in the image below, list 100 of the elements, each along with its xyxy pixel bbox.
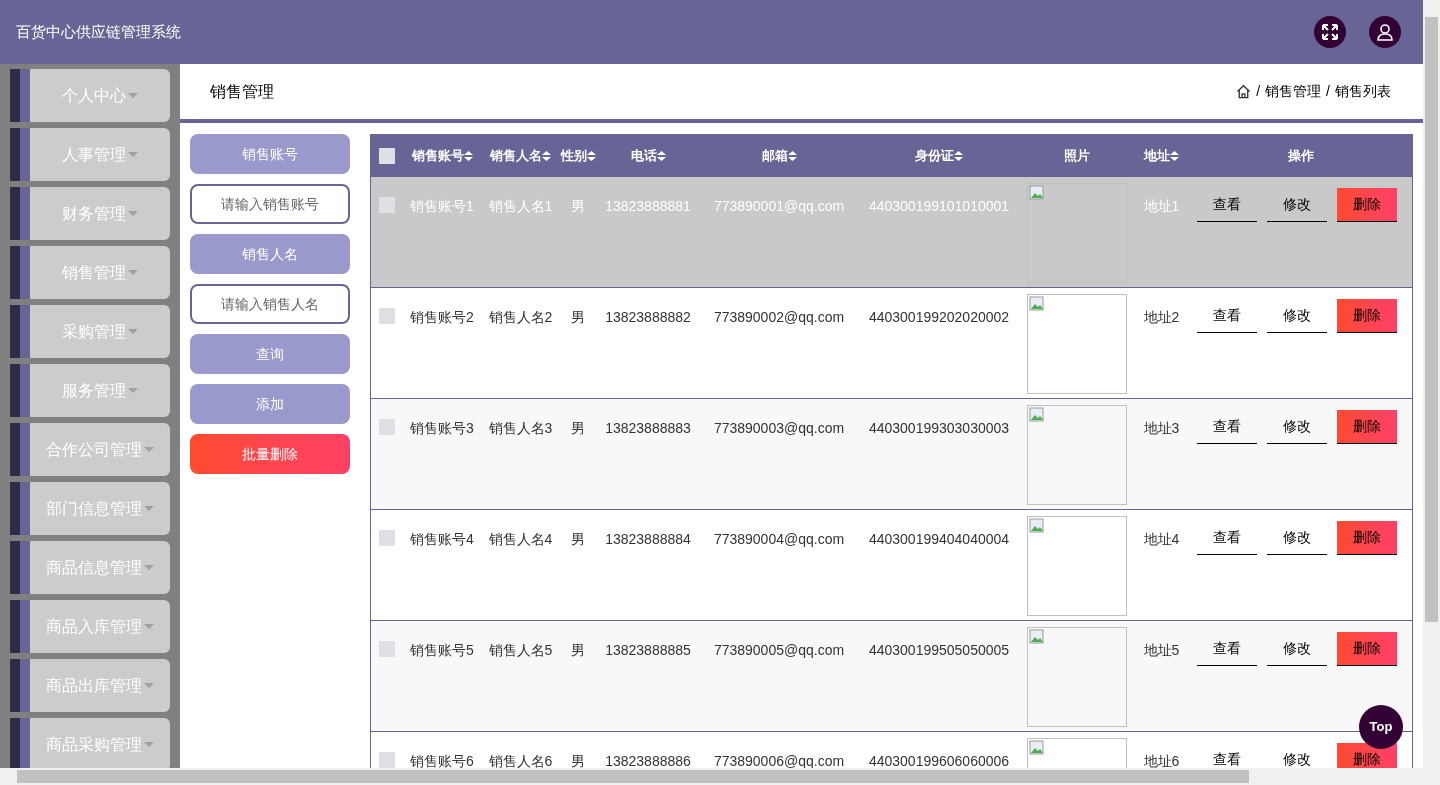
user-icon bbox=[1376, 23, 1394, 41]
table-cell-text: 销售账号3 bbox=[410, 419, 474, 438]
row-action-button[interactable]: 查看 bbox=[1197, 410, 1257, 444]
table-cell-text: 440300199404040004 bbox=[868, 530, 1010, 549]
column-header[interactable]: 邮箱 bbox=[761, 145, 797, 166]
checkbox[interactable] bbox=[378, 419, 395, 435]
checkbox[interactable] bbox=[378, 197, 395, 213]
breadcrumb-item: 销售列表 bbox=[1335, 82, 1391, 101]
field-label: 销售人名 bbox=[190, 234, 350, 274]
sort-icon bbox=[656, 150, 666, 161]
row-action-button[interactable]: 修改 bbox=[1267, 299, 1327, 333]
table-row[interactable]: 销售账号3 销售人名3 男 13823888883 773890003@qq.com 440300199303030003 地址3 查看 修改 删除 bbox=[371, 399, 1412, 510]
fullscreen-button[interactable] bbox=[1314, 16, 1346, 48]
table-cell-text: 13823888882 bbox=[605, 308, 691, 327]
table-cell-text: 440300199606060006 bbox=[868, 752, 1010, 768]
broken-image-icon bbox=[1028, 296, 1045, 312]
table-cell-text: 销售账号6 bbox=[410, 752, 474, 768]
table-cell-text: 13823888884 bbox=[605, 530, 691, 549]
input-field[interactable]: 请输入销售账号 bbox=[190, 184, 350, 224]
checkbox[interactable] bbox=[378, 752, 395, 768]
table-cell-text: 440300199303030003 bbox=[868, 419, 1010, 438]
page-title: 销售管理 bbox=[210, 81, 274, 102]
column-header[interactable]: 销售人名 bbox=[490, 145, 551, 166]
user-button[interactable] bbox=[1369, 16, 1401, 48]
table-cell-text: 男 bbox=[571, 752, 585, 768]
column-header[interactable]: 性别 bbox=[560, 145, 596, 166]
broken-image-icon bbox=[1028, 740, 1045, 756]
table-cell-text: 地址6 bbox=[1143, 752, 1180, 768]
vertical-scrollbar[interactable] bbox=[1423, 0, 1440, 785]
table-cell-text: 销售人名3 bbox=[488, 419, 553, 438]
table-cell-text: 男 bbox=[571, 308, 585, 327]
row-action-button[interactable]: 修改 bbox=[1267, 632, 1327, 666]
row-action-button[interactable]: 查看 bbox=[1197, 188, 1257, 222]
table-cell-text: 地址2 bbox=[1143, 308, 1180, 327]
table-cell-text: 地址4 bbox=[1143, 530, 1180, 549]
checkbox[interactable] bbox=[378, 308, 395, 324]
table-cell-text: 销售人名6 bbox=[488, 752, 553, 768]
caret-icon bbox=[144, 623, 154, 630]
checkbox[interactable] bbox=[378, 147, 395, 164]
table-cell-text: 13823888883 bbox=[605, 419, 691, 438]
table-cell-text: 地址3 bbox=[1143, 419, 1180, 438]
caret-icon bbox=[144, 682, 154, 689]
row-action-button[interactable]: 查看 bbox=[1197, 521, 1257, 555]
table-cell-text: 销售账号2 bbox=[410, 308, 474, 327]
input-field[interactable]: 请输入销售人名 bbox=[190, 284, 350, 324]
column-header[interactable]: 地址 bbox=[1144, 145, 1179, 166]
delete-button[interactable]: 删除 bbox=[1337, 743, 1397, 768]
table-cell-text: 773890006@qq.com bbox=[713, 752, 845, 768]
caret-icon bbox=[144, 505, 154, 512]
breadcrumb-separator: / bbox=[1326, 82, 1330, 101]
row-action-button[interactable]: 查看 bbox=[1197, 632, 1257, 666]
batch-delete-button[interactable]: 批量删除 bbox=[190, 434, 350, 474]
row-action-button[interactable]: 修改 bbox=[1267, 521, 1327, 555]
app-title: 百货中心供应链管理系统 bbox=[16, 21, 181, 42]
column-header: 操作 bbox=[1287, 146, 1314, 165]
caret-icon bbox=[128, 328, 138, 335]
checkbox[interactable] bbox=[378, 641, 395, 657]
caret-icon bbox=[128, 151, 138, 158]
column-header[interactable]: 身份证 bbox=[915, 145, 963, 166]
table-cell-text: 销售人名4 bbox=[488, 530, 553, 549]
delete-button[interactable]: 删除 bbox=[1337, 521, 1397, 555]
caret-icon bbox=[128, 269, 138, 276]
row-action-button[interactable]: 查看 bbox=[1197, 299, 1257, 333]
table-cell-text: 773890004@qq.com bbox=[713, 530, 845, 549]
row-action-button[interactable]: 修改 bbox=[1267, 188, 1327, 222]
column-header: 照片 bbox=[1063, 146, 1090, 165]
column-header[interactable]: 电话 bbox=[630, 145, 666, 166]
table-cell-text: 440300199202020002 bbox=[868, 308, 1010, 327]
field-label: 销售账号 bbox=[190, 134, 350, 174]
sort-icon bbox=[586, 150, 596, 161]
horizontal-scrollbar[interactable] bbox=[0, 768, 1423, 785]
table-cell-text: 销售账号5 bbox=[410, 641, 474, 660]
caret-icon bbox=[128, 210, 138, 217]
checkbox[interactable] bbox=[378, 530, 395, 546]
table-cell-text: 男 bbox=[571, 419, 585, 438]
broken-image-icon bbox=[1028, 518, 1045, 534]
table-cell-text: 地址5 bbox=[1143, 641, 1180, 660]
breadcrumb-separator: / bbox=[1256, 82, 1261, 101]
delete-button[interactable]: 删除 bbox=[1337, 410, 1397, 444]
caret-icon bbox=[144, 741, 154, 748]
breadcrumb-item[interactable]: 销售管理 bbox=[1265, 81, 1322, 102]
broken-image-icon bbox=[1028, 407, 1045, 423]
sort-icon bbox=[1170, 150, 1179, 161]
table-cell-text: 销售人名5 bbox=[488, 641, 553, 660]
table-cell-text: 773890003@qq.com bbox=[713, 419, 845, 438]
delete-button[interactable]: 删除 bbox=[1337, 632, 1397, 666]
table-cell-text: 销售人名2 bbox=[488, 308, 553, 327]
broken-image-icon bbox=[1028, 185, 1045, 201]
table-cell-text: 440300199505050005 bbox=[868, 641, 1010, 660]
delete-button[interactable]: 删除 bbox=[1337, 188, 1397, 222]
table-cell-text: 销售账号4 bbox=[410, 530, 474, 549]
broken-image-icon bbox=[1028, 629, 1045, 645]
column-header[interactable]: 销售账号 bbox=[411, 145, 473, 166]
sort-icon bbox=[787, 150, 797, 161]
table-cell-text: 男 bbox=[571, 530, 585, 549]
row-action-button[interactable]: 修改 bbox=[1267, 410, 1327, 444]
table-cell-text: 773890005@qq.com bbox=[713, 641, 845, 660]
delete-button[interactable]: 删除 bbox=[1337, 299, 1397, 333]
sort-icon bbox=[542, 150, 551, 161]
table-cell-text: 13823888885 bbox=[605, 641, 691, 660]
